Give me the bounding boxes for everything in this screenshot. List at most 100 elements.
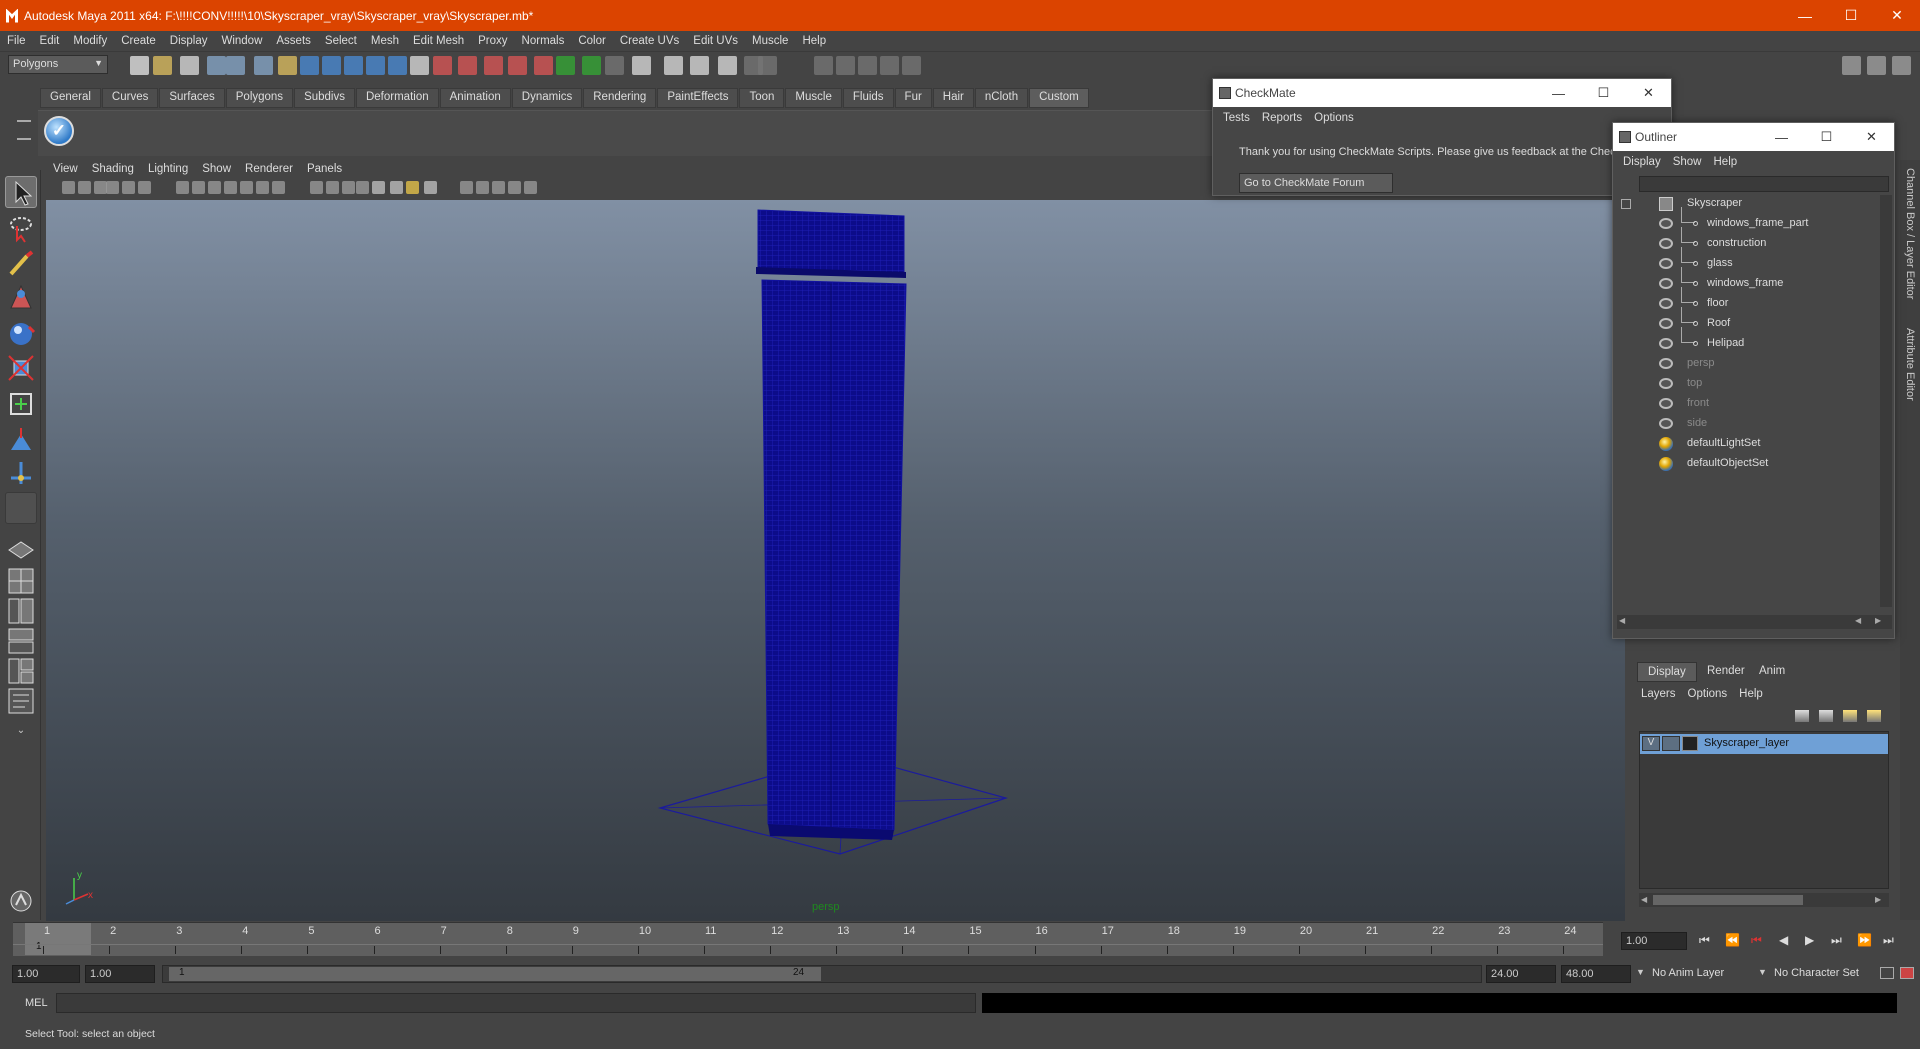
playback-start-field[interactable]: 1.00: [85, 965, 155, 983]
camera-select-icon[interactable]: [62, 181, 75, 194]
hypergraph-icon[interactable]: [880, 56, 899, 75]
layer-menu-help[interactable]: Help: [1733, 688, 1769, 700]
outliner-menu-display[interactable]: Display: [1617, 156, 1667, 168]
shelf-tab-rendering[interactable]: Rendering: [583, 88, 657, 108]
visibility-eye-icon[interactable]: [1659, 318, 1673, 329]
layer-menu-layers[interactable]: Layers: [1635, 688, 1682, 700]
layer-up-icon[interactable]: [1843, 710, 1857, 722]
mode-selector[interactable]: Polygons ▼: [8, 55, 108, 74]
open-scene-icon[interactable]: [153, 56, 172, 75]
checkmate-forum-button[interactable]: Go to CheckMate Forum: [1239, 173, 1393, 193]
menu-mesh[interactable]: Mesh: [364, 35, 406, 47]
film-gate-icon[interactable]: [192, 181, 205, 194]
shelf-menu-icon[interactable]: [17, 120, 31, 140]
step-forward-key-icon[interactable]: ⏩: [1857, 933, 1872, 947]
select-tool-icon[interactable]: [5, 176, 37, 208]
visibility-eye-icon[interactable]: [1659, 258, 1673, 269]
playback-end-field[interactable]: 24.00: [1486, 965, 1556, 983]
new-layer-icon[interactable]: [1795, 710, 1809, 722]
tab-channel-box[interactable]: Channel Box / Layer Editor: [1904, 168, 1916, 299]
animation-prefs-icon[interactable]: [1900, 967, 1914, 979]
character-set-selector[interactable]: No Character Set: [1774, 967, 1859, 979]
question-icon[interactable]: [664, 56, 683, 75]
step-back-key-icon[interactable]: ⏪: [1725, 933, 1740, 947]
visibility-eye-icon[interactable]: [1659, 218, 1673, 229]
select-component-icon[interactable]: [254, 56, 273, 75]
menu-file[interactable]: File: [0, 35, 33, 47]
lasso-tool-icon[interactable]: [5, 212, 37, 244]
outliner-vscrollbar[interactable]: [1880, 195, 1892, 607]
menu-create[interactable]: Create: [114, 35, 163, 47]
outliner-item-glass[interactable]: glass: [1707, 257, 1733, 269]
checkmate-menu-options[interactable]: Options: [1308, 112, 1360, 124]
play-forwards-icon[interactable]: ▶: [1805, 933, 1814, 947]
move-tool-icon[interactable]: [5, 282, 37, 314]
save-scene-icon[interactable]: [180, 56, 199, 75]
gate-mask-icon[interactable]: [224, 181, 237, 194]
tab-display[interactable]: Display: [1637, 662, 1697, 682]
anim-layer-selector[interactable]: No Anim Layer: [1652, 967, 1724, 979]
safe-action-icon[interactable]: [256, 181, 269, 194]
expand-toolbox-icon[interactable]: ⌄: [5, 715, 37, 747]
menu-proxy[interactable]: Proxy: [471, 35, 514, 47]
menu-display[interactable]: Display: [163, 35, 215, 47]
go-to-end-icon[interactable]: ⏭: [1883, 933, 1894, 948]
visibility-eye-icon[interactable]: [1659, 238, 1673, 249]
tab-attribute-editor[interactable]: Attribute Editor: [1904, 328, 1916, 401]
outliner-item-defaultlightset[interactable]: defaultLightSet: [1687, 437, 1760, 449]
menu-edit-uvs[interactable]: Edit UVs: [686, 35, 745, 47]
trax-icon[interactable]: [858, 56, 877, 75]
outliner-item-floor[interactable]: floor: [1707, 297, 1728, 309]
shelf-tab-surfaces[interactable]: Surfaces: [159, 88, 225, 108]
shelf-tab-hair[interactable]: Hair: [932, 88, 974, 108]
snap-view-icon[interactable]: [718, 56, 737, 75]
layer-visibility-toggle[interactable]: V: [1642, 736, 1660, 751]
outliner-close-button[interactable]: ✕: [1849, 123, 1894, 151]
menu-normals[interactable]: Normals: [515, 35, 572, 47]
shelf-tab-general[interactable]: General: [40, 88, 101, 108]
textured-icon[interactable]: [372, 181, 385, 194]
shadows-icon[interactable]: [406, 181, 419, 194]
outliner-item-side[interactable]: side: [1687, 417, 1707, 429]
play-backwards-icon[interactable]: ◀: [1779, 933, 1788, 947]
outliner-menu-show[interactable]: Show: [1667, 156, 1708, 168]
dope-sheet-icon[interactable]: [836, 56, 855, 75]
viewport[interactable]: y x persp: [46, 200, 1625, 921]
new-layer-selected-icon[interactable]: [1819, 710, 1833, 722]
maximize-button[interactable]: ☐: [1828, 0, 1874, 31]
single-perspective-layout-icon[interactable]: [5, 534, 37, 566]
render-settings-icon[interactable]: [508, 56, 527, 75]
outliner-filter-field[interactable]: [1639, 176, 1889, 192]
paint-select-tool-icon[interactable]: [5, 248, 37, 280]
menu-color[interactable]: Color: [571, 35, 612, 47]
xray-icon[interactable]: [424, 181, 437, 194]
outliner-item-top[interactable]: top: [1687, 377, 1702, 389]
field-chart-icon[interactable]: [240, 181, 253, 194]
backface-icon[interactable]: [492, 181, 505, 194]
toolbox-settings-icon[interactable]: [5, 885, 37, 917]
shelf-tab-toon[interactable]: Toon: [739, 88, 785, 108]
render-current-icon[interactable]: [458, 56, 477, 75]
outliner-layout-icon[interactable]: [5, 595, 37, 627]
step-back-frame-icon[interactable]: ⏮: [1751, 933, 1762, 948]
anim-key-icon[interactable]: [690, 56, 709, 75]
outliner-item-construction[interactable]: construction: [1707, 237, 1766, 249]
default-material-icon[interactable]: [356, 181, 369, 194]
visibility-eye-icon[interactable]: [1659, 338, 1673, 349]
outliner-hscrollbar[interactable]: ◀ ◀ ▶: [1617, 615, 1892, 629]
graph-layout-icon[interactable]: [5, 625, 37, 657]
shelf-tab-custom[interactable]: Custom: [1029, 88, 1089, 108]
minimize-button[interactable]: —: [1782, 0, 1828, 31]
wireframe-on-shaded-icon[interactable]: [524, 181, 537, 194]
outliner-item-windows-frame-part[interactable]: windows_frame_part: [1707, 217, 1809, 229]
menu-assets[interactable]: Assets: [269, 35, 318, 47]
window-layout-3-icon[interactable]: [1892, 56, 1911, 75]
image-plane-icon[interactable]: [106, 181, 119, 194]
outliner-menu-help[interactable]: Help: [1708, 156, 1744, 168]
shelf-tab-muscle[interactable]: Muscle: [785, 88, 842, 108]
tab-render[interactable]: Render: [1697, 662, 1755, 682]
window-layout-2-icon[interactable]: [1867, 56, 1886, 75]
resolution-gate-icon[interactable]: [208, 181, 221, 194]
render-view-icon[interactable]: [556, 56, 575, 75]
scale-tool-icon[interactable]: [5, 352, 37, 384]
